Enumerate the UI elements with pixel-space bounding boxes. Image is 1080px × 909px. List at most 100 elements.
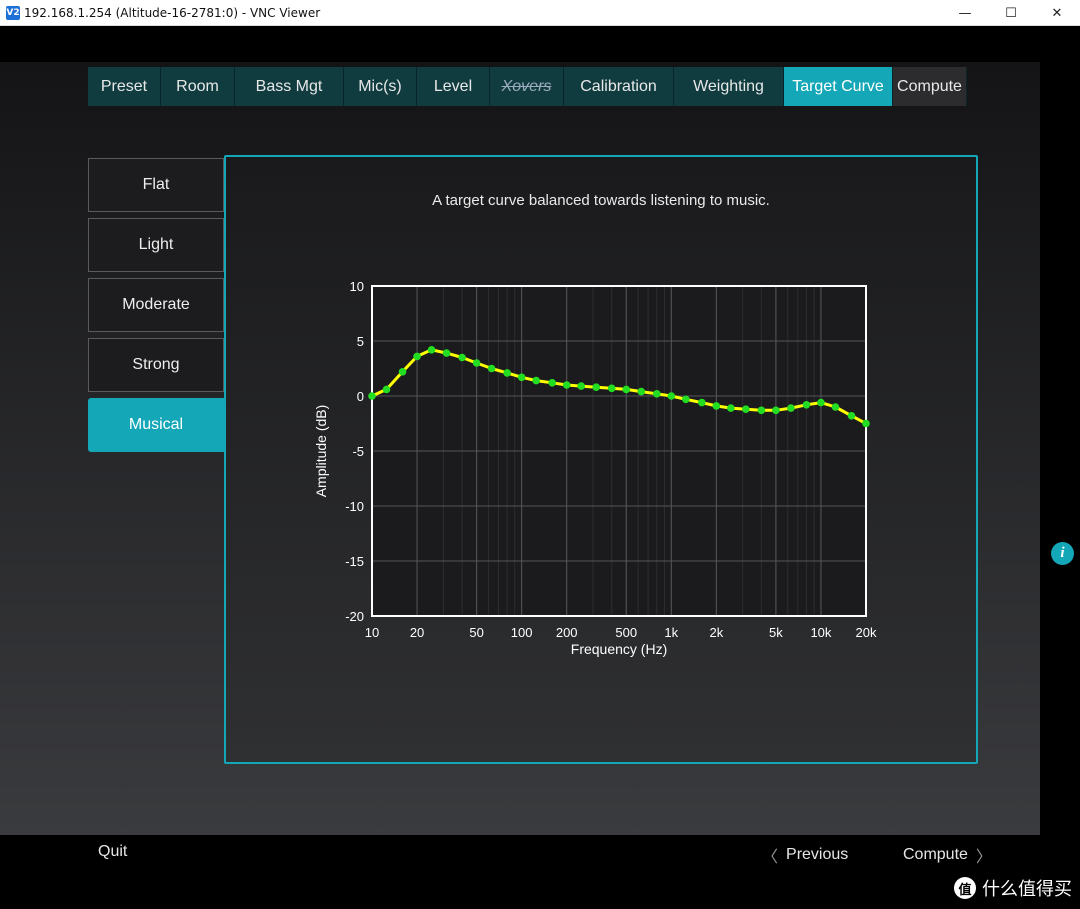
minimize-button[interactable]: —: [942, 0, 988, 26]
curve-point: [487, 364, 496, 373]
info-icon[interactable]: i: [1051, 542, 1074, 565]
x-tick-label: 5k: [769, 625, 783, 640]
x-tick-label: 1k: [664, 625, 678, 640]
tab-label: Bass Mgt: [255, 77, 323, 95]
x-tick-label: 20k: [856, 625, 877, 640]
curve-point: [667, 392, 676, 400]
tab-label: Compute: [897, 77, 962, 95]
curve-point: [622, 385, 631, 394]
tab-target-curve[interactable]: Target Curve: [784, 67, 893, 106]
tab-level[interactable]: Level: [417, 67, 490, 106]
tab-calibration[interactable]: Calibration: [564, 67, 674, 106]
curve-point: [757, 406, 766, 415]
x-axis-label: Frequency (Hz): [571, 641, 667, 657]
curve-point: [652, 390, 661, 398]
y-tick-label: -20: [345, 609, 364, 624]
tab-bass-mgt[interactable]: Bass Mgt: [235, 67, 344, 106]
window-titlebar: V2 192.168.1.254 (Altitude-16-2781:0) - …: [0, 0, 1080, 26]
preset-musical[interactable]: Musical: [88, 398, 224, 452]
previous-label: Previous: [786, 846, 849, 863]
curve-point: [592, 383, 601, 391]
curve-point: [742, 405, 750, 413]
compute-label: Compute: [903, 846, 968, 863]
chevron-right-icon: 〉: [975, 849, 992, 866]
y-axis-label: Amplitude (dB): [313, 405, 329, 498]
preset-strong[interactable]: Strong: [88, 338, 224, 392]
x-tick-label: 100: [511, 625, 533, 640]
curve-point: [413, 352, 421, 361]
curve-point: [398, 368, 407, 376]
window-title: 192.168.1.254 (Altitude-16-2781:0) - VNC…: [24, 5, 321, 20]
tab-weighting[interactable]: Weighting: [674, 67, 784, 106]
curve-point: [682, 395, 690, 404]
tab-label: Calibration: [580, 77, 657, 95]
chevron-left-icon: 〈: [762, 849, 779, 866]
viewer-margin: [1040, 26, 1080, 909]
tab-preset[interactable]: Preset: [88, 67, 161, 106]
curve-point: [698, 398, 706, 407]
preset-flat[interactable]: Flat: [88, 158, 224, 212]
curve-point: [442, 349, 451, 357]
curve-point: [712, 402, 721, 410]
watermark-text: 什么值得买: [982, 879, 1072, 900]
curve-point: [548, 379, 556, 387]
curve-point: [802, 401, 811, 409]
maximize-button[interactable]: ☐: [988, 0, 1034, 26]
curve-point: [847, 412, 856, 420]
tab-label: Preset: [100, 77, 148, 95]
x-tick-label: 2k: [709, 625, 723, 640]
tab-room[interactable]: Room: [161, 67, 235, 106]
y-tick-label: -15: [345, 554, 364, 569]
compute-button[interactable]: Compute 〉: [903, 843, 992, 867]
target-curve-chart: 10 20 50 100 200 500 1k 2k 5k 10k 20k1050-5-10-15-…: [313, 279, 877, 657]
curve-point: [727, 404, 735, 412]
curve-point: [368, 392, 376, 400]
x-tick-label: 20: [410, 625, 424, 640]
quit-button[interactable]: Quit: [98, 843, 127, 861]
curve-point: [862, 419, 870, 428]
y-tick-label: -10: [345, 499, 364, 514]
curve-point: [607, 384, 616, 393]
tab-label: Xovers: [501, 77, 552, 95]
curve-point: [517, 373, 526, 382]
curve-point: [427, 346, 436, 354]
footer-bar: Quit 〈 Previous Compute 〉: [0, 835, 1040, 909]
tab-label: Target Curve: [792, 77, 884, 95]
preset-moderate[interactable]: Moderate: [88, 278, 224, 332]
preset-light[interactable]: Light: [88, 218, 224, 272]
x-tick-label: 500: [615, 625, 637, 640]
curve-point: [562, 381, 571, 389]
curve-point: [458, 353, 466, 362]
watermark-logo-icon: 值: [954, 877, 976, 899]
curve-description: A target curve balanced towards listenin…: [432, 192, 770, 209]
x-tick-label: 200: [556, 625, 578, 640]
x-tick-label: 50: [469, 625, 483, 640]
curve-point: [382, 385, 391, 394]
curve-point: [772, 406, 780, 415]
tab-xovers: Xovers: [490, 67, 564, 106]
previous-button[interactable]: 〈 Previous: [762, 843, 848, 867]
y-tick-label: 5: [357, 334, 364, 349]
curve-point: [577, 382, 586, 390]
y-tick-label: -5: [352, 444, 364, 459]
curve-point: [831, 403, 840, 411]
remote-app: Preset Room Bass Mgt Mic(s) Level Xovers…: [0, 26, 1074, 909]
target-curve-panel: A target curve balanced towards listenin…: [224, 155, 978, 764]
tab-mics[interactable]: Mic(s): [344, 67, 417, 106]
window-controls: — ☐ ✕: [942, 0, 1080, 26]
curve-point: [787, 404, 795, 412]
tab-compute[interactable]: Compute: [893, 67, 967, 106]
curve-point: [472, 359, 481, 367]
quit-label: Quit: [98, 843, 128, 860]
tab-label: Mic(s): [358, 77, 402, 95]
curve-point: [532, 376, 540, 385]
curve-point: [817, 398, 825, 407]
y-tick-label: 10: [350, 279, 364, 294]
tab-label: Room: [176, 77, 219, 95]
y-tick-label: 0: [357, 389, 364, 404]
close-button[interactable]: ✕: [1034, 0, 1080, 26]
x-tick-label: 10: [365, 625, 379, 640]
tab-label: Weighting: [693, 77, 764, 95]
watermark: 值 什么值得买: [954, 875, 1072, 901]
vnc-app-icon: V2: [6, 5, 20, 20]
